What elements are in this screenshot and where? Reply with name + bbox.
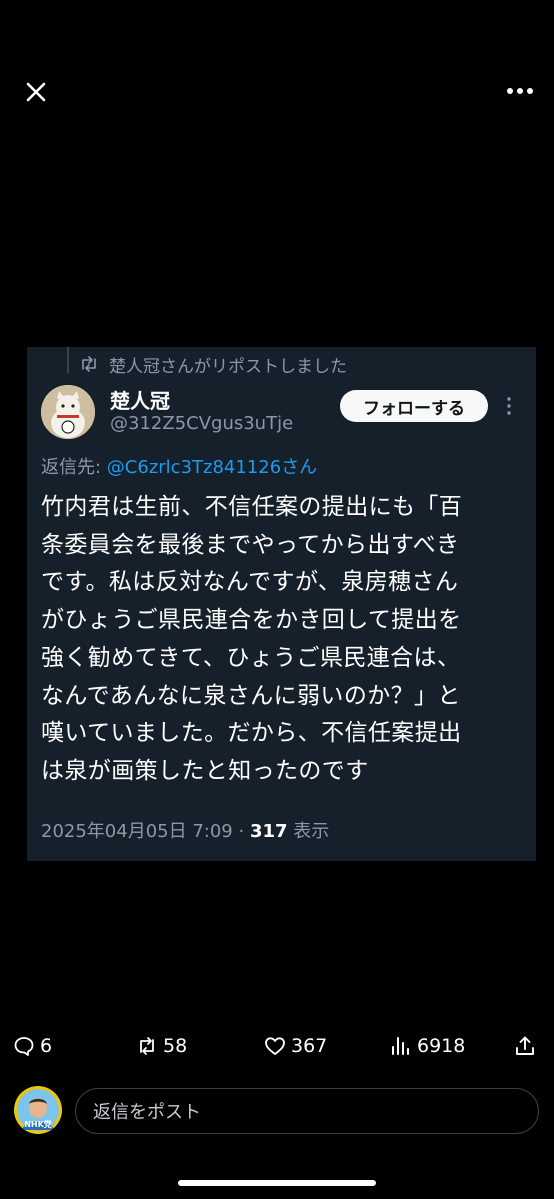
tweet-meta: 2025年04月05日 7:09 · 317 表示 — [41, 817, 329, 843]
more-options-button[interactable] — [502, 76, 538, 106]
views-button[interactable]: 6918 — [390, 1030, 465, 1062]
tweet-date: 2025年04月05日 7:09 · — [41, 821, 250, 842]
post-action-bar: 6 58 367 6918 — [0, 1030, 554, 1062]
reply-input[interactable]: 返信をポスト — [75, 1088, 539, 1134]
repost-indicator: 楚人冠さんがリポストしました — [79, 351, 347, 377]
home-indicator — [178, 1180, 376, 1186]
reply-button[interactable]: 6 — [13, 1030, 52, 1062]
author-avatar — [41, 385, 95, 439]
like-count: 367 — [291, 1035, 328, 1057]
tweet-screenshot-image[interactable]: 楚人冠さんがリポストしました 楚人冠 @312Z5CVgus3uTje フォロー… — [27, 347, 536, 861]
analytics-bar-icon — [392, 1037, 409, 1055]
avatar-text: NHK党 — [24, 1119, 52, 1129]
repost-count: 58 — [163, 1035, 188, 1057]
repost-icon — [140, 1037, 154, 1055]
reply-bar: NHK党 返信をポスト — [0, 1086, 554, 1138]
share-icon — [516, 1036, 534, 1055]
tweet-more-icon — [501, 395, 517, 417]
thread-line — [67, 347, 69, 373]
reply-count: 6 — [40, 1035, 53, 1057]
author-handle: @312Z5CVgus3uTje — [110, 413, 294, 434]
heart-icon — [265, 1037, 285, 1055]
maneki-neko-avatar-icon — [41, 385, 95, 439]
views-total: 6918 — [417, 1035, 466, 1057]
repost-icon — [82, 356, 96, 372]
follow-button: フォローする — [340, 390, 488, 422]
user-avatar-image: NHK党 — [14, 1086, 62, 1134]
close-button[interactable] — [18, 74, 54, 110]
repost-text: 楚人冠さんがリポストしました — [109, 356, 347, 377]
reply-prefix: 返信先: — [41, 457, 107, 478]
tweet-body-text: 竹内君は生前、不信任案の提出にも「百 条委員会を最後までやってから出すべき です… — [41, 494, 463, 784]
reply-mention: @C6zrlc3Tz841126さん — [106, 457, 318, 478]
user-avatar[interactable]: NHK党 — [14, 1086, 62, 1134]
viewer-top-bar — [0, 0, 554, 130]
repost-button[interactable]: 58 — [136, 1030, 187, 1062]
like-button[interactable]: 367 — [264, 1030, 327, 1062]
views-count: 317 — [249, 821, 288, 842]
more-horizontal-icon — [507, 88, 533, 94]
share-button[interactable] — [514, 1030, 536, 1062]
author-name: 楚人冠 — [110, 389, 170, 413]
reply-to-line: 返信先: @C6zrlc3Tz841126さん — [41, 453, 317, 479]
close-icon — [26, 82, 46, 102]
reply-icon — [14, 1037, 34, 1056]
views-label: 表示 — [287, 821, 330, 842]
